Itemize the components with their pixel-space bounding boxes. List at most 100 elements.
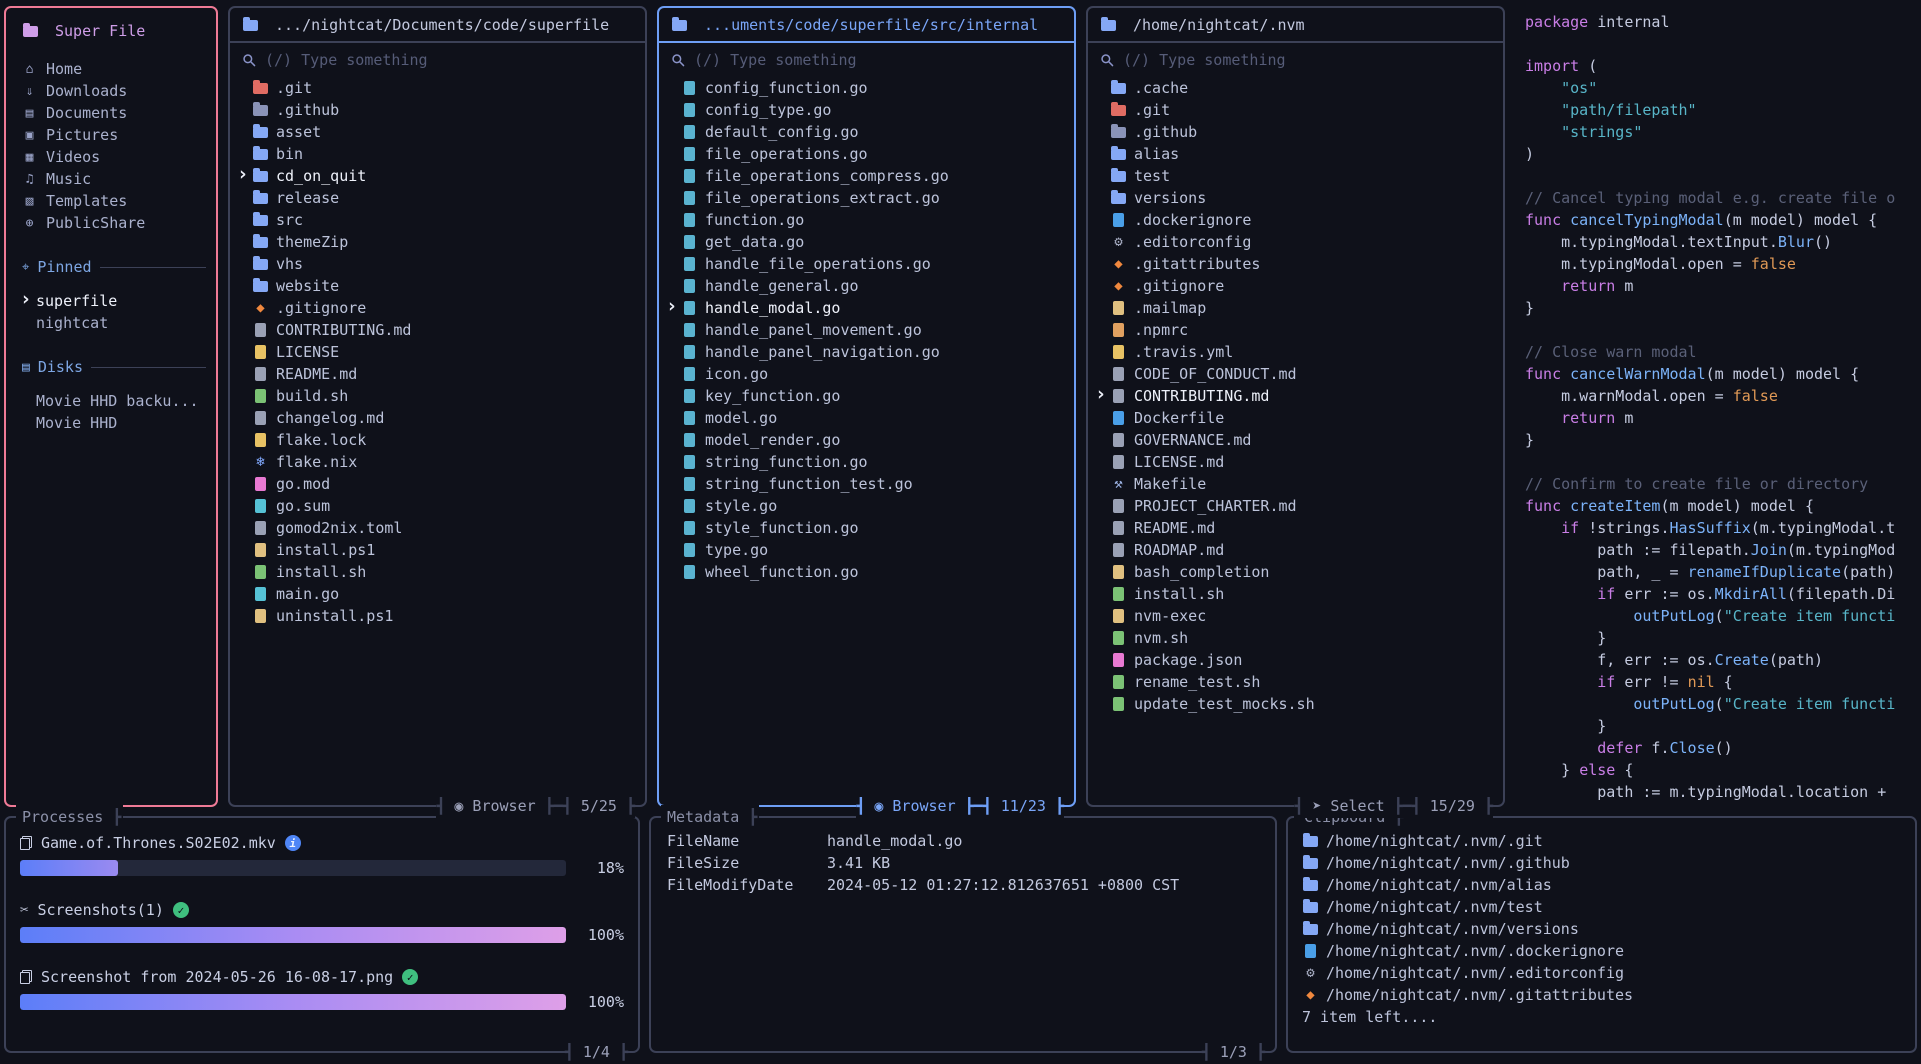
file-row[interactable]: themeZip (234, 231, 639, 253)
file-row[interactable]: ⚒Makefile (1092, 473, 1497, 495)
file-row[interactable]: .github (234, 99, 639, 121)
search-input[interactable]: (/) Type something (230, 43, 645, 74)
file-row[interactable]: build.sh (234, 385, 639, 407)
disk-item[interactable]: Movie HHD backu... (14, 390, 208, 412)
file-row[interactable]: ◆.gitattributes (1092, 253, 1497, 275)
file-row[interactable]: main.go (234, 583, 639, 605)
sidebar-item-music[interactable]: ♫Music (14, 168, 208, 190)
file-row[interactable]: file_operations.go (663, 143, 1068, 165)
file-row[interactable]: default_config.go (663, 121, 1068, 143)
file-row[interactable]: README.md (234, 363, 639, 385)
file-row[interactable]: ›CONTRIBUTING.md (1092, 385, 1497, 407)
file-row[interactable]: string_function_test.go (663, 473, 1068, 495)
file-row[interactable]: handle_general.go (663, 275, 1068, 297)
file-row[interactable]: handle_panel_movement.go (663, 319, 1068, 341)
file-row[interactable]: LICENSE.md (1092, 451, 1497, 473)
file-row[interactable]: .github (1092, 121, 1497, 143)
file-row[interactable]: src (234, 209, 639, 231)
file-row[interactable]: handle_panel_navigation.go (663, 341, 1068, 363)
sidebar-item-documents[interactable]: ▤Documents (14, 102, 208, 124)
process-row[interactable]: Screenshot from 2024-05-26 16-08-17.png✓… (20, 966, 624, 1011)
file-row[interactable]: PROJECT_CHARTER.md (1092, 495, 1497, 517)
file-row[interactable]: style_function.go (663, 517, 1068, 539)
file-row[interactable]: config_type.go (663, 99, 1068, 121)
pinned-item[interactable]: nightcat (14, 312, 208, 334)
file-row[interactable]: string_function.go (663, 451, 1068, 473)
file-row[interactable]: .mailmap (1092, 297, 1497, 319)
file-name: default_config.go (705, 123, 859, 141)
file-row[interactable]: versions (1092, 187, 1497, 209)
file-row[interactable]: alias (1092, 143, 1497, 165)
file-row[interactable]: test (1092, 165, 1497, 187)
file-row[interactable]: update_test_mocks.sh (1092, 693, 1497, 715)
file-row[interactable]: .dockerignore (1092, 209, 1497, 231)
file-row[interactable]: nvm.sh (1092, 627, 1497, 649)
file-row[interactable]: package.json (1092, 649, 1497, 671)
file-row[interactable]: key_function.go (663, 385, 1068, 407)
code-line: // Confirm to create file or directory (1525, 473, 1917, 495)
file-row[interactable]: uninstall.ps1 (234, 605, 639, 627)
file-row[interactable]: function.go (663, 209, 1068, 231)
disk-item[interactable]: Movie HHD (14, 412, 208, 434)
search-input[interactable]: (/) Type something (1088, 43, 1503, 74)
sidebar-item-videos[interactable]: ▦Videos (14, 146, 208, 168)
file-row[interactable]: changelog.md (234, 407, 639, 429)
file-row[interactable]: release (234, 187, 639, 209)
file-row[interactable]: icon.go (663, 363, 1068, 385)
file-row[interactable]: ROADMAP.md (1092, 539, 1497, 561)
file-row[interactable]: rename_test.sh (1092, 671, 1497, 693)
search-input[interactable]: (/) Type something (659, 43, 1074, 74)
file-row[interactable]: install.ps1 (234, 539, 639, 561)
file-row[interactable]: file_operations_compress.go (663, 165, 1068, 187)
file-row[interactable]: bash_completion (1092, 561, 1497, 583)
file-row[interactable]: ›cd_on_quit (234, 165, 639, 187)
process-row[interactable]: Game.of.Thrones.S02E02.mkvi18% (20, 832, 624, 877)
file-row[interactable]: .git (1092, 99, 1497, 121)
sidebar-item-downloads[interactable]: ⇓Downloads (14, 80, 208, 102)
file-row[interactable]: nvm-exec (1092, 605, 1497, 627)
sidebar-item-pictures[interactable]: ▣Pictures (14, 124, 208, 146)
file-row[interactable]: Dockerfile (1092, 407, 1497, 429)
file-row[interactable]: ⚙.editorconfig (1092, 231, 1497, 253)
file-row[interactable]: model.go (663, 407, 1068, 429)
file-row[interactable]: go.mod (234, 473, 639, 495)
file-row[interactable]: handle_file_operations.go (663, 253, 1068, 275)
file-row[interactable]: ◆.gitignore (1092, 275, 1497, 297)
file-row[interactable]: README.md (1092, 517, 1497, 539)
file-row[interactable]: style.go (663, 495, 1068, 517)
file-row[interactable]: .travis.yml (1092, 341, 1497, 363)
sidebar-item-publicshare[interactable]: ⊕PublicShare (14, 212, 208, 234)
file-row[interactable]: GOVERNANCE.md (1092, 429, 1497, 451)
file-row[interactable]: go.sum (234, 495, 639, 517)
file-row[interactable]: ❄flake.nix (234, 451, 639, 473)
file-row[interactable]: gomod2nix.toml (234, 517, 639, 539)
file-row[interactable]: CONTRIBUTING.md (234, 319, 639, 341)
sidebar-item-templates[interactable]: ▧Templates (14, 190, 208, 212)
file-row[interactable]: website (234, 275, 639, 297)
file-row[interactable]: ◆.gitignore (234, 297, 639, 319)
file-row[interactable]: .cache (1092, 77, 1497, 99)
file-row[interactable]: asset (234, 121, 639, 143)
code-line: "os" (1525, 77, 1917, 99)
file-row[interactable]: flake.lock (234, 429, 639, 451)
file-row[interactable]: wheel_function.go (663, 561, 1068, 583)
file-row[interactable]: ›handle_modal.go (663, 297, 1068, 319)
file-row[interactable]: .npmrc (1092, 319, 1497, 341)
file-row[interactable]: .git (234, 77, 639, 99)
pinned-item[interactable]: ›superfile (14, 290, 208, 312)
file-row[interactable]: bin (234, 143, 639, 165)
file-row[interactable]: LICENSE (234, 341, 639, 363)
file-row[interactable]: get_data.go (663, 231, 1068, 253)
file-row[interactable]: CODE_OF_CONDUCT.md (1092, 363, 1497, 385)
file-icon (255, 521, 266, 535)
process-row[interactable]: ✂Screenshots(1)✓100% (20, 899, 624, 944)
file-row[interactable]: model_render.go (663, 429, 1068, 451)
file-row[interactable]: config_function.go (663, 77, 1068, 99)
sidebar-item-home[interactable]: ⌂Home (14, 58, 208, 80)
file-row[interactable]: install.sh (234, 561, 639, 583)
file-row[interactable]: vhs (234, 253, 639, 275)
file-row[interactable]: file_operations_extract.go (663, 187, 1068, 209)
file-row[interactable]: install.sh (1092, 583, 1497, 605)
file-row[interactable]: type.go (663, 539, 1068, 561)
file-icon (1113, 543, 1124, 557)
